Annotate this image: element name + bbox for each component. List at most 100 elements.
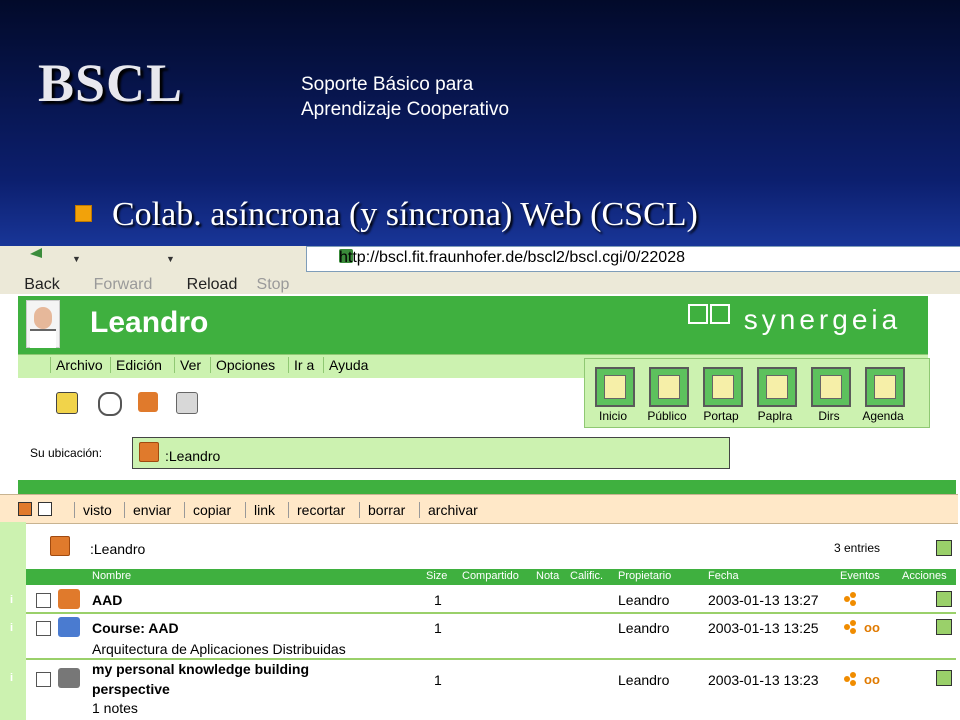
- info-icon[interactable]: i: [10, 594, 13, 606]
- forward-label: Forward: [93, 276, 153, 293]
- dirs-icon[interactable]: [811, 367, 851, 407]
- action-visto[interactable]: visto: [74, 502, 112, 518]
- col-propietario[interactable]: Propietario: [618, 570, 671, 582]
- url-text[interactable]: http://bscl.fit.fraunhofer.de/bscl2/bscl…: [339, 249, 685, 267]
- row-size: 1: [434, 672, 442, 688]
- row-name[interactable]: AAD: [92, 592, 122, 608]
- slide-bullet: Colab. asíncrona (y síncrona) Web (CSCL): [75, 196, 698, 234]
- action-copiar[interactable]: copiar: [184, 502, 231, 518]
- search-icon[interactable]: [98, 392, 122, 416]
- folder-row: [26, 526, 956, 568]
- info-icon[interactable]: [56, 392, 78, 414]
- nav-agenda-label[interactable]: Agenda: [855, 409, 911, 423]
- col-nota[interactable]: Nota: [536, 570, 559, 582]
- nav-dirs-label[interactable]: Dirs: [801, 409, 857, 423]
- stop-button[interactable]: Stop: [252, 248, 294, 293]
- events-icon[interactable]: [844, 620, 858, 634]
- row-checkbox[interactable]: [36, 593, 51, 608]
- location-label: Su ubicación:: [30, 446, 103, 460]
- folder-name: :Leandro: [90, 541, 146, 557]
- row-name[interactable]: Course: AAD: [92, 620, 179, 636]
- row-description: 1 notes: [92, 700, 138, 716]
- forward-dropdown-icon[interactable]: ▼: [166, 254, 175, 264]
- paplra-icon[interactable]: [757, 367, 797, 407]
- row-checkbox[interactable]: [36, 621, 51, 636]
- new-document-icon[interactable]: [176, 392, 198, 414]
- back-button[interactable]: Back: [22, 248, 62, 293]
- slide-subtitle: Soporte Básico para Aprendizaje Cooperat…: [301, 72, 509, 122]
- menu-ir-a[interactable]: Ir a: [288, 357, 314, 373]
- select-all-icon[interactable]: [18, 502, 32, 516]
- agenda-icon[interactable]: [865, 367, 905, 407]
- col-nombre[interactable]: Nombre: [92, 570, 131, 582]
- deselect-all-icon[interactable]: [38, 502, 52, 516]
- table-row: my personal knowledge building perspecti…: [26, 660, 956, 720]
- menu-ayuda[interactable]: Ayuda: [323, 357, 368, 373]
- synergeia-logo: synergeia: [688, 304, 901, 336]
- location-value[interactable]: :Leandro: [165, 448, 220, 464]
- logo-mark-icon: [688, 304, 708, 324]
- info-icon[interactable]: i: [10, 672, 13, 684]
- row-action-icon[interactable]: [936, 591, 952, 607]
- bullet-square-icon: [75, 204, 92, 222]
- row-name-continued[interactable]: perspective: [92, 681, 170, 697]
- table-row: AAD 1 Leandro 2003-01-13 13:27: [26, 586, 956, 614]
- nav-paplra-label[interactable]: Paplra: [747, 409, 803, 423]
- col-compartido[interactable]: Compartido: [462, 570, 519, 582]
- col-calific[interactable]: Calific.: [570, 570, 603, 582]
- row-size: 1: [434, 620, 442, 636]
- action-bar: visto enviar copiar link recortar borrar…: [0, 494, 958, 524]
- col-eventos[interactable]: Eventos: [840, 570, 880, 582]
- nav-panel: Inicio Público Portap Paplra Dirs Agenda: [584, 358, 930, 428]
- info-icon[interactable]: i: [10, 622, 13, 634]
- row-date: 2003-01-13 13:23: [708, 672, 819, 688]
- back-dropdown-icon[interactable]: ▼: [72, 254, 81, 264]
- nav-inicio-label[interactable]: Inicio: [585, 409, 641, 423]
- row-date: 2003-01-13 13:27: [708, 592, 819, 608]
- row-size: 1: [434, 592, 442, 608]
- address-bar[interactable]: http://bscl.fit.fraunhofer.de/bscl2/bscl…: [306, 246, 960, 272]
- forward-button[interactable]: Forward: [90, 248, 156, 293]
- menu-ver[interactable]: Ver: [174, 357, 201, 373]
- menu-archivo[interactable]: Archivo: [50, 357, 103, 373]
- new-folder-icon[interactable]: [138, 392, 158, 412]
- row-action-icon[interactable]: [936, 670, 952, 686]
- row-action-icon[interactable]: [936, 619, 952, 635]
- folder-icon: [58, 589, 80, 609]
- knowledge-icon: [58, 668, 80, 688]
- inicio-icon[interactable]: [595, 367, 635, 407]
- row-owner[interactable]: Leandro: [618, 672, 669, 688]
- row-owner[interactable]: Leandro: [618, 620, 669, 636]
- glasses-icon[interactable]: oo: [864, 672, 880, 687]
- row-owner[interactable]: Leandro: [618, 592, 669, 608]
- bullet-text: Colab. asíncrona (y síncrona) Web (CSCL): [112, 196, 698, 233]
- avatar: [26, 300, 60, 348]
- action-recortar[interactable]: recortar: [288, 502, 345, 518]
- stop-label: Stop: [256, 276, 290, 293]
- action-borrar[interactable]: borrar: [359, 502, 405, 518]
- row-name[interactable]: my personal knowledge building: [92, 661, 309, 677]
- publico-icon[interactable]: [649, 367, 689, 407]
- action-archivar[interactable]: archivar: [419, 502, 478, 518]
- col-acciones[interactable]: Acciones: [902, 570, 947, 582]
- nav-portap-label[interactable]: Portap: [693, 409, 749, 423]
- events-icon[interactable]: [844, 592, 858, 606]
- folder-action-icon[interactable]: [936, 540, 952, 556]
- glasses-icon[interactable]: oo: [864, 620, 880, 635]
- back-label: Back: [24, 276, 60, 293]
- action-enviar[interactable]: enviar: [124, 502, 171, 518]
- menu-opciones[interactable]: Opciones: [210, 357, 275, 373]
- col-size[interactable]: Size: [426, 570, 447, 582]
- nav-publico-label[interactable]: Público: [639, 409, 695, 423]
- events-icon[interactable]: [844, 672, 858, 686]
- action-link[interactable]: link: [245, 502, 275, 518]
- folder-icon: [50, 536, 70, 556]
- logo-text: synergeia: [743, 304, 902, 335]
- location-box[interactable]: :Leandro: [132, 437, 730, 469]
- reload-button[interactable]: Reload: [184, 248, 240, 293]
- row-description: Arquitectura de Aplicaciones Distribuida…: [92, 641, 346, 657]
- row-checkbox[interactable]: [36, 672, 51, 687]
- menu-edicion[interactable]: Edición: [110, 357, 162, 373]
- col-fecha[interactable]: Fecha: [708, 570, 739, 582]
- portap-icon[interactable]: [703, 367, 743, 407]
